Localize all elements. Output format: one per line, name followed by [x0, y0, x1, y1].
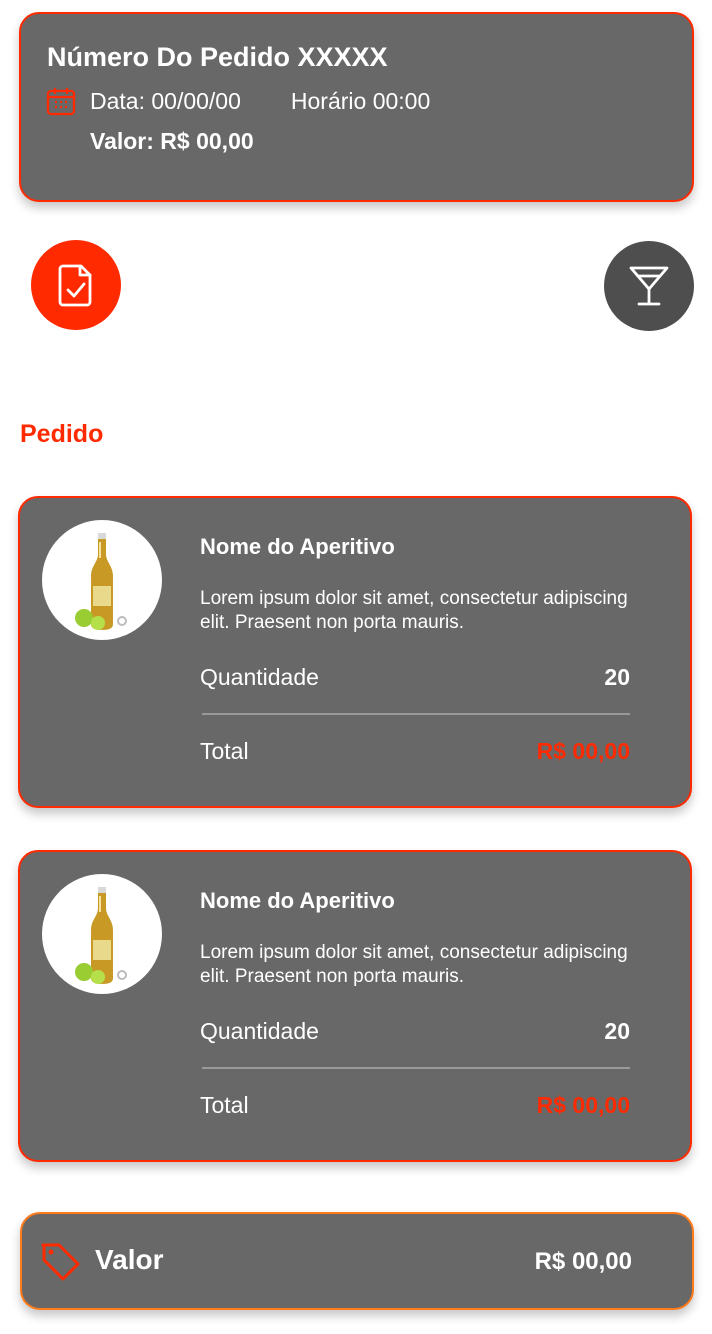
calendar-icon: [45, 85, 77, 117]
beer-bottle-icon: [75, 533, 127, 630]
footer-value-amount: R$ 00,00: [534, 1248, 632, 1275]
cocktail-glass-icon: [629, 266, 669, 306]
order-item-card[interactable]: Nome do Aperitivo Lorem ipsum dolor sit …: [18, 850, 692, 1162]
quantity-label: Quantidade: [200, 1018, 319, 1044]
total-label: Total: [200, 1092, 249, 1118]
product-image: [42, 874, 162, 994]
order-details-button[interactable]: [31, 240, 121, 330]
total-value: R$ 00,00: [536, 738, 630, 764]
document-check-icon: [58, 264, 92, 307]
order-value: Valor: R$ 00,00: [90, 128, 254, 154]
quantity-value: 20: [604, 664, 630, 690]
order-date-time-row: Data: 00/00/00 Horário 00:00: [45, 84, 430, 118]
total-value: R$ 00,00: [536, 1092, 630, 1118]
product-description: Lorem ipsum dolor sit amet, consectetur …: [200, 588, 628, 633]
product-description: Lorem ipsum dolor sit amet, consectetur …: [200, 942, 628, 987]
divider: [202, 713, 630, 715]
product-name: Nome do Aperitivo: [200, 534, 395, 559]
order-number-title: Número Do Pedido XXXXX: [47, 42, 388, 72]
footer-value-label: Valor: [95, 1244, 164, 1275]
total-label: Total: [200, 738, 249, 764]
section-title-pedido: Pedido: [20, 420, 104, 448]
divider: [202, 1067, 630, 1069]
product-image: [42, 520, 162, 640]
beer-bottle-icon: [75, 887, 127, 984]
order-date: Data: 00/00/00: [90, 87, 241, 114]
order-time: Horário 00:00: [290, 87, 431, 114]
order-summary-card: Número Do Pedido XXXXX Data: 00/00/00 Ho…: [19, 12, 694, 202]
drinks-menu-button[interactable]: [604, 241, 694, 331]
quantity-label: Quantidade: [200, 664, 319, 690]
price-tag-icon: [39, 1240, 83, 1284]
order-value-bar: Valor R$ 00,00: [20, 1212, 694, 1310]
quantity-value: 20: [604, 1018, 630, 1044]
order-item-card[interactable]: Nome do Aperitivo Lorem ipsum dolor sit …: [18, 496, 692, 808]
product-name: Nome do Aperitivo: [200, 888, 395, 913]
